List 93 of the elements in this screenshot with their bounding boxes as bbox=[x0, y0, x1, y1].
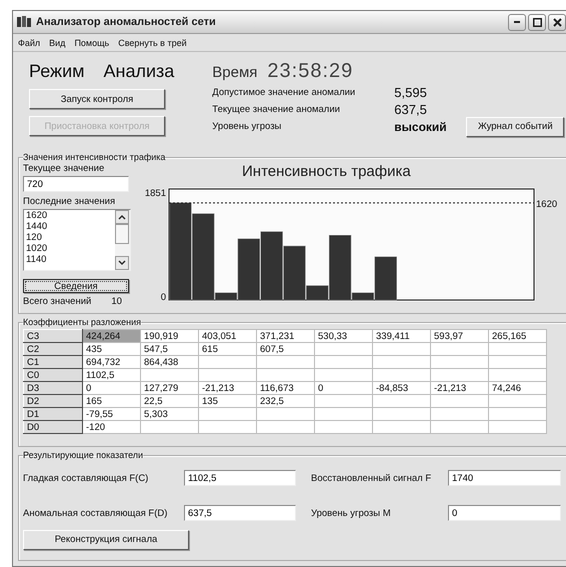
details-button[interactable]: Сведения bbox=[23, 279, 129, 293]
row-header: C3 bbox=[24, 330, 82, 342]
metric-label: Текущее значение аномалии bbox=[212, 104, 341, 115]
clock-time: 23:58:29 bbox=[267, 60, 354, 83]
list-item[interactable]: 1440 bbox=[26, 221, 115, 232]
row-header: D1 bbox=[24, 408, 82, 420]
list-item[interactable]: 120 bbox=[26, 232, 115, 243]
row-header: D0 bbox=[24, 420, 82, 434]
field-label: Текущее значение bbox=[23, 163, 106, 174]
table-cell[interactable]: 403,051 bbox=[198, 330, 256, 342]
result-field[interactable]: 1740 bbox=[448, 470, 561, 486]
table-cell[interactable]: -84,853 bbox=[372, 382, 430, 394]
current-value-field[interactable]: 720 bbox=[23, 176, 129, 192]
metric-label: Допустимое значение аномалии bbox=[212, 87, 356, 98]
table-cell[interactable]: 424,264 bbox=[82, 330, 140, 342]
table-cell[interactable]: 547,5 bbox=[140, 342, 198, 356]
table-cell[interactable]: 127,279 bbox=[140, 382, 198, 394]
reconstruct-button[interactable]: Реконструкция сигнала bbox=[23, 530, 189, 550]
result-field[interactable]: 637,5 bbox=[184, 505, 296, 521]
field-label: Последние значения bbox=[23, 196, 116, 207]
table-cell[interactable]: 116,673 bbox=[256, 382, 314, 394]
result-field[interactable]: 0 bbox=[448, 505, 561, 521]
row-header: D3 bbox=[24, 382, 82, 394]
menu-item[interactable]: Помощь bbox=[74, 38, 110, 48]
group-title: Значения интенсивности трафика bbox=[23, 152, 166, 163]
list-item[interactable]: 1020 bbox=[26, 243, 115, 254]
total-label: Всего значений bbox=[23, 296, 92, 307]
field-label: Гладкая составляющая F(C) bbox=[23, 472, 150, 484]
metric-value: 637,5 bbox=[394, 102, 428, 117]
bar bbox=[260, 231, 283, 300]
table-cell[interactable]: 864,438 bbox=[140, 356, 198, 368]
table-cell[interactable]: 265,165 bbox=[488, 330, 546, 342]
table-cell[interactable]: 135 bbox=[198, 394, 256, 408]
table-cell[interactable]: 339,411 bbox=[372, 330, 430, 342]
threshold-label: 1620 bbox=[536, 198, 558, 210]
event-log-button[interactable]: Журнал событий bbox=[466, 116, 564, 136]
table-cell[interactable]: 22,5 bbox=[140, 394, 198, 408]
table-cell[interactable]: -79,55 bbox=[82, 408, 140, 420]
table-cell[interactable]: 5,303 bbox=[140, 408, 198, 420]
row-header: C1 bbox=[24, 356, 82, 368]
table-cell[interactable]: 593,97 bbox=[430, 330, 488, 342]
table-cell[interactable]: 1102,5 bbox=[82, 368, 140, 382]
table-cell[interactable]: 615 bbox=[198, 342, 256, 356]
table-cell[interactable]: 232,5 bbox=[256, 394, 314, 408]
row-header: C2 bbox=[24, 342, 82, 356]
close-button[interactable] bbox=[548, 14, 566, 30]
metric-value: 5,595 bbox=[394, 85, 428, 100]
group-title: Результирующие показатели bbox=[23, 450, 144, 461]
table-cell[interactable]: -21,213 bbox=[430, 382, 488, 394]
row-header: C0 bbox=[24, 368, 82, 382]
menu-item[interactable]: Свернуть в трей bbox=[118, 38, 187, 48]
metric-value: высокий bbox=[394, 120, 448, 134]
table-cell[interactable]: 607,5 bbox=[256, 342, 314, 356]
recent-values-list[interactable]: 1620 1440 120 1020 1140 bbox=[23, 209, 131, 271]
metric-label: Уровень угрозы bbox=[212, 121, 282, 132]
row-header: D2 bbox=[24, 394, 82, 408]
maximize-button[interactable] bbox=[528, 14, 546, 30]
table-cell[interactable]: 435 bbox=[82, 342, 140, 356]
table-cell[interactable]: 74,246 bbox=[488, 382, 546, 394]
minimize-button[interactable] bbox=[508, 14, 526, 30]
close-icon bbox=[552, 18, 562, 26]
app-icon bbox=[17, 16, 31, 28]
total-count: 10 bbox=[111, 296, 122, 307]
list-item[interactable]: 1620 bbox=[26, 210, 115, 221]
result-field[interactable]: 1102,5 bbox=[184, 470, 296, 486]
table-cell[interactable]: 190,919 bbox=[140, 330, 198, 342]
field-label: Уровень угрозы M bbox=[310, 508, 392, 518]
axis-tick-label: 1851 bbox=[144, 188, 166, 199]
minimize-icon bbox=[514, 21, 520, 23]
table-cell[interactable]: -21,213 bbox=[198, 382, 256, 394]
table-cell[interactable]: 0 bbox=[314, 382, 372, 394]
table-cell[interactable]: 0 bbox=[82, 382, 140, 394]
table-cell[interactable]: 694,732 bbox=[82, 356, 140, 368]
table-cell[interactable]: 371,231 bbox=[256, 330, 314, 342]
mode-title: Режим Анализа bbox=[29, 60, 174, 82]
scroll-thumb[interactable] bbox=[115, 224, 129, 244]
table-cell[interactable]: 530,33 bbox=[314, 330, 372, 342]
table-cell[interactable]: -120 bbox=[82, 420, 140, 434]
scroll-up-icon[interactable] bbox=[115, 210, 129, 224]
field-label: Восстановленный сигнал F bbox=[310, 472, 432, 484]
time-label: Время bbox=[212, 64, 258, 81]
maximize-icon bbox=[532, 18, 542, 26]
scroll-down-icon[interactable] bbox=[115, 256, 129, 270]
control-button[interactable]: Запуск контроля bbox=[29, 89, 165, 109]
chart-title: Интенсивность трафика bbox=[242, 163, 411, 180]
window-title: Анализатор аномальностей сети bbox=[36, 16, 217, 28]
menu-item[interactable]: Файл bbox=[18, 38, 40, 48]
field-label: Аномальная составляющая F(D) bbox=[23, 508, 168, 518]
group-title: Коэффициенты разложения bbox=[23, 317, 142, 328]
axis-tick-label: 0 bbox=[160, 292, 166, 303]
table-cell[interactable]: 165 bbox=[82, 394, 140, 408]
menu-item[interactable]: Вид bbox=[49, 38, 66, 48]
list-item[interactable]: 1140 bbox=[26, 254, 115, 265]
